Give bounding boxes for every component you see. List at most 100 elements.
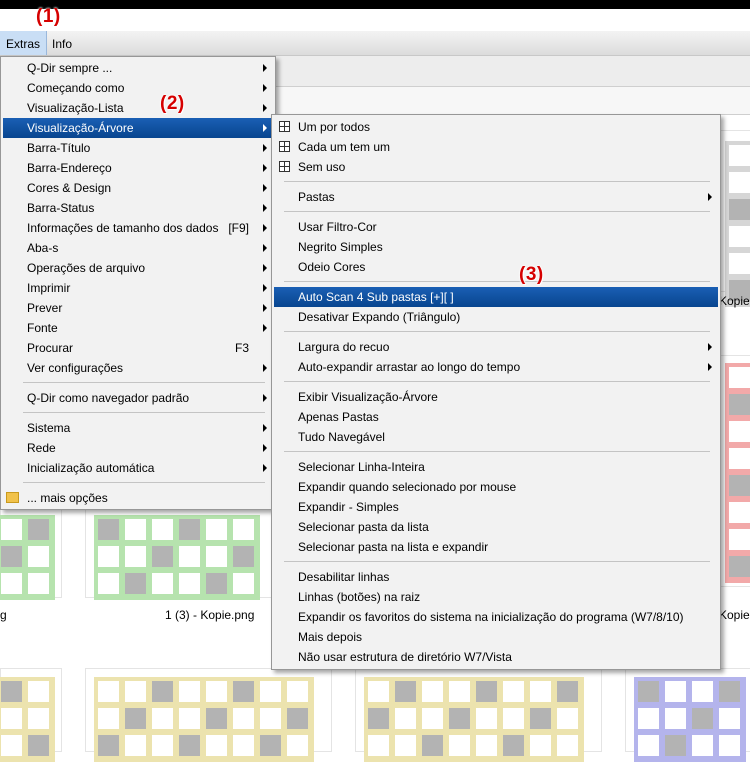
thumbnail-cell xyxy=(729,226,750,247)
thumbnail-cell xyxy=(638,708,659,729)
menu-extras[interactable]: Extras xyxy=(0,31,48,55)
shortcut-label: F3 xyxy=(234,341,249,355)
thumbnail-cell xyxy=(729,529,750,550)
thumbnail-cell xyxy=(729,448,750,469)
thumbnail-cell xyxy=(287,735,308,756)
menu-separator xyxy=(23,482,265,483)
menu-item-informacoes-de-tamanho-dos-dados[interactable]: Informações de tamanho dos dados [F9] xyxy=(3,218,273,238)
submenu-item-selecionar-pasta-na-lista-e-expandir[interactable]: Selecionar pasta na lista e expandir xyxy=(274,537,718,557)
submenu-item-cada-um-tem-um[interactable]: Cada um tem um xyxy=(274,137,718,157)
submenu-item-desativar-expando-triangulo[interactable]: Desativar Expando (Triângulo) xyxy=(274,307,718,327)
thumbnail-cell xyxy=(395,681,416,702)
menu-item-ver-configuracoes[interactable]: Ver configurações xyxy=(3,358,273,378)
submenu-item-auto-expandir-arrastar-ao-longo-do-tempo[interactable]: Auto-expandir arrastar ao longo do tempo xyxy=(274,357,718,377)
submenu-item-selecionar-linha-inteira[interactable]: Selecionar Linha-Inteira xyxy=(274,457,718,477)
submenu-item-negrito-simples[interactable]: Negrito Simples xyxy=(274,237,718,257)
menu-separator xyxy=(284,211,710,212)
menu-item-barra-endereco[interactable]: Barra-Endereço xyxy=(3,158,273,178)
thumbnail-cell xyxy=(638,681,659,702)
thumbnail-cell xyxy=(476,681,497,702)
submenu-item-auto-scan-4-sub-pastas[interactable]: Auto Scan 4 Sub pastas [+][ ] xyxy=(274,287,718,307)
menu-item-label: Desabilitar linhas xyxy=(298,570,390,584)
menu-item-fonte[interactable]: Fonte xyxy=(3,318,273,338)
submenu-item-apenas-pastas[interactable]: Apenas Pastas xyxy=(274,407,718,427)
submenu-item-expandir-quando-selecionado-por-mouse[interactable]: Expandir quando selecionado por mouse xyxy=(274,477,718,497)
thumbnail-cell xyxy=(98,573,119,594)
submenu-arrow-icon xyxy=(263,224,267,232)
thumbnail-cell xyxy=(287,708,308,729)
submenu-item-expandir-simples[interactable]: Expandir - Simples xyxy=(274,497,718,517)
thumbnail[interactable] xyxy=(0,508,62,600)
menu-info[interactable]: Info xyxy=(46,31,78,55)
menu-item-sistema[interactable]: Sistema xyxy=(3,418,273,438)
thumbnail-cell xyxy=(1,573,22,594)
menu-item-visualizacao-arvore[interactable]: Visualização-Árvore xyxy=(3,118,273,138)
submenu-item-exibir-visualizacao-arvore[interactable]: Exibir Visualização-Árvore xyxy=(274,387,718,407)
menu-item-comecando-como[interactable]: Começando como xyxy=(3,78,273,98)
thumbnail-cell xyxy=(233,735,254,756)
menu-item-rede[interactable]: Rede xyxy=(3,438,273,458)
menu-item-label: Começando como xyxy=(27,81,125,95)
submenu-item-pastas[interactable]: Pastas xyxy=(274,187,718,207)
submenu-item-tudo-navegavel[interactable]: Tudo Navegável xyxy=(274,427,718,447)
thumbnail-cell xyxy=(125,546,146,567)
thumbnail[interactable] xyxy=(355,668,602,762)
file-name-label-partial-2[interactable]: Kopie xyxy=(719,608,750,622)
menu-item-inicializacao-automatica[interactable]: Inicialização automática xyxy=(3,458,273,478)
thumbnail[interactable] xyxy=(718,130,750,307)
menu-separator xyxy=(23,412,265,413)
thumbnail-cell xyxy=(729,172,750,193)
menu-item-mais-opcoes[interactable]: ... mais opções xyxy=(3,488,273,508)
menu-item-q-dir-sempre[interactable]: Q-Dir sempre ... xyxy=(3,58,273,78)
file-name-label[interactable]: 1 (3) - Kopie.png xyxy=(165,608,254,622)
thumbnail-cell xyxy=(422,735,443,756)
thumbnail-cell xyxy=(152,573,173,594)
menu-item-label: Procurar xyxy=(27,341,74,355)
submenu-item-expandir-os-favoritos-do-sistema-na-inicializacao-do-programa-w7-8-10[interactable]: Expandir os favoritos do sistema na inic… xyxy=(274,607,718,627)
submenu-arrow-icon xyxy=(263,444,267,452)
submenu-item-um-por-todos[interactable]: Um por todos xyxy=(274,117,718,137)
thumbnail-cell xyxy=(233,573,254,594)
submenu-item-linhas-botoes-na-raiz[interactable]: Linhas (botões) na raiz xyxy=(274,587,718,607)
submenu-item-selecionar-pasta-da-lista[interactable]: Selecionar pasta da lista xyxy=(274,517,718,537)
file-name-label-partial-1[interactable]: Kopie xyxy=(719,294,750,308)
menu-item-barra-status[interactable]: Barra-Status xyxy=(3,198,273,218)
thumbnail-cell xyxy=(233,708,254,729)
submenu-arrow-icon xyxy=(708,363,712,371)
thumbnail-cell xyxy=(28,708,49,729)
submenu-arrow-icon xyxy=(263,304,267,312)
menu-item-label: Selecionar pasta da lista xyxy=(298,520,429,534)
submenu-item-sem-uso[interactable]: Sem uso xyxy=(274,157,718,177)
menu-item-cores-design[interactable]: Cores & Design xyxy=(3,178,273,198)
menu-item-q-dir-como-navegador-padrao[interactable]: Q-Dir como navegador padrão xyxy=(3,388,273,408)
menu-item-aba-s[interactable]: Aba-s xyxy=(3,238,273,258)
menu-item-visualizacao-lista[interactable]: Visualização-Lista xyxy=(3,98,273,118)
menu-item-barra-titulo[interactable]: Barra-Título xyxy=(3,138,273,158)
thumbnail-cell xyxy=(449,708,470,729)
menu-item-label: Selecionar pasta na lista e expandir xyxy=(298,540,489,554)
menu-item-label: Cada um tem um xyxy=(298,140,391,154)
thumbnail-image xyxy=(364,677,584,762)
menu-item-prever[interactable]: Prever xyxy=(3,298,273,318)
submenu-item-mais-depois[interactable]: Mais depois xyxy=(274,627,718,647)
submenu-item-desabilitar-linhas[interactable]: Desabilitar linhas xyxy=(274,567,718,587)
thumbnail-cell xyxy=(1,546,22,567)
thumbnail-cell xyxy=(449,735,470,756)
submenu-item-usar-filtro-cor[interactable]: Usar Filtro-Cor xyxy=(274,217,718,237)
thumbnail-cell xyxy=(179,546,200,567)
menu-item-procurar[interactable]: Procurar F3 xyxy=(3,338,273,358)
thumbnail-cell xyxy=(422,708,443,729)
thumbnail[interactable] xyxy=(625,668,750,762)
submenu-item-largura-do-recuo[interactable]: Largura do recuo xyxy=(274,337,718,357)
thumbnail[interactable] xyxy=(85,668,332,762)
submenu-item-odeio-cores[interactable]: Odeio Cores xyxy=(274,257,718,277)
menu-item-imprimir[interactable]: Imprimir xyxy=(3,278,273,298)
thumbnail[interactable] xyxy=(0,668,62,762)
thumbnail-cell xyxy=(476,708,497,729)
thumbnail-cell xyxy=(98,546,119,567)
menu-separator xyxy=(284,381,710,382)
thumbnail[interactable] xyxy=(718,355,750,587)
submenu-item-nao-usar-estrutura-de-diretorio-w7-vista[interactable]: Não usar estrutura de diretório W7/Vista xyxy=(274,647,718,667)
thumbnail[interactable] xyxy=(85,508,272,600)
menu-item-operacoes-de-arquivo[interactable]: Operações de arquivo xyxy=(3,258,273,278)
